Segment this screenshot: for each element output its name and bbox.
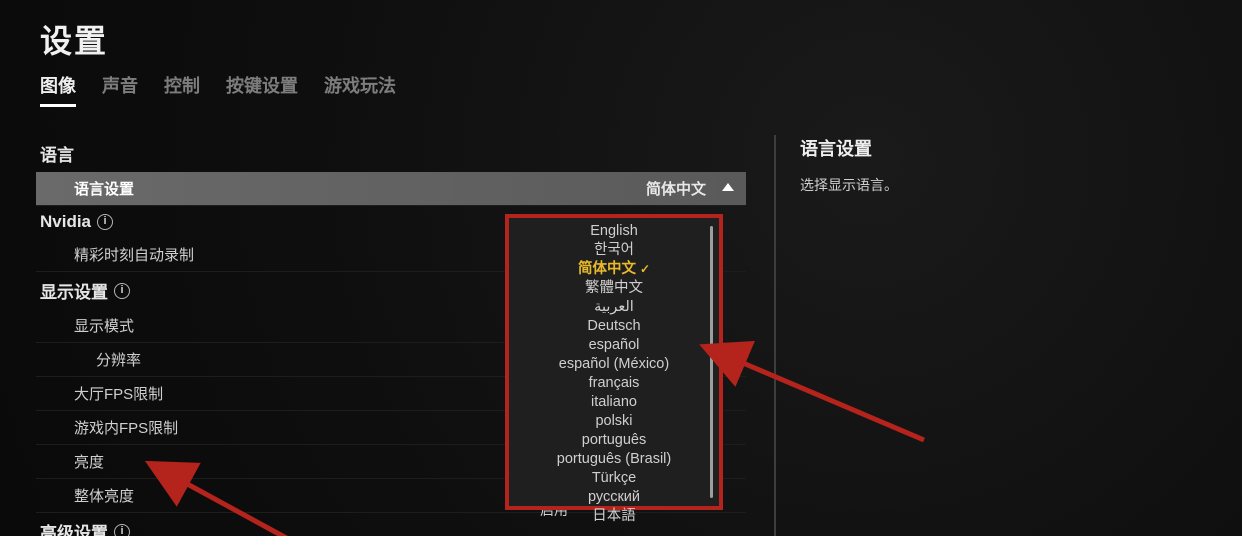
check-icon: ✓ <box>640 262 650 276</box>
language-option[interactable]: français <box>509 374 719 393</box>
row-label: 亮度 <box>74 451 104 472</box>
language-option[interactable]: русский <box>509 488 719 507</box>
page-title: 设置 <box>40 16 1206 62</box>
language-option[interactable]: 繁體中文 <box>509 279 719 298</box>
language-option[interactable]: Deutsch <box>509 317 719 336</box>
info-icon[interactable]: i <box>114 524 130 536</box>
language-option[interactable]: português (Brasil) <box>509 450 719 469</box>
annotation-arrow-right <box>724 340 944 465</box>
row-label: 分辨率 <box>96 349 141 370</box>
language-option[interactable]: Türkçe <box>509 469 719 488</box>
language-option[interactable]: English <box>509 222 719 241</box>
help-title: 语言设置 <box>800 135 1150 161</box>
tab-3[interactable]: 按键设置 <box>226 72 298 107</box>
row-label: 整体亮度 <box>74 485 134 506</box>
group-label: 显示设置 <box>40 278 108 303</box>
info-icon[interactable]: i <box>114 283 130 299</box>
group-header-language: 语言 <box>40 141 746 166</box>
tab-4[interactable]: 游戏玩法 <box>324 72 396 107</box>
help-desc: 选择显示语言。 <box>800 175 1150 195</box>
group-label: 高级设置 <box>40 519 108 536</box>
row-value: 简体中文 <box>646 178 706 199</box>
chevron-up-icon <box>722 183 734 191</box>
language-option[interactable]: italiano <box>509 393 719 412</box>
tab-2[interactable]: 控制 <box>164 72 200 107</box>
group-label: Nvidia <box>40 212 91 232</box>
language-option[interactable]: 简体中文✓ <box>509 260 719 279</box>
row-label: 精彩时刻自动录制 <box>74 244 194 265</box>
language-option[interactable]: polski <box>509 412 719 431</box>
row-label: 大厅FPS限制 <box>74 383 163 404</box>
row-label: 显示模式 <box>74 315 134 336</box>
annotation-arrow-left <box>160 470 310 536</box>
row-language-setting[interactable]: 语言设置 简体中文 <box>36 172 746 206</box>
settings-tabs: 图像声音控制按键设置游戏玩法 <box>40 72 1206 107</box>
help-panel: 语言设置 选择显示语言。 <box>774 135 1150 536</box>
scrollbar[interactable] <box>710 226 713 498</box>
language-option[interactable]: português <box>509 431 719 450</box>
language-option[interactable]: español <box>509 336 719 355</box>
info-icon[interactable]: i <box>97 214 113 230</box>
language-option[interactable]: 한국어 <box>509 241 719 260</box>
row-label: 语言设置 <box>74 178 134 199</box>
language-dropdown[interactable]: English한국어简体中文✓繁體中文العربيةDeutschespañol… <box>505 214 723 510</box>
group-label: 语言 <box>40 141 74 166</box>
language-option[interactable]: العربية <box>509 298 719 317</box>
language-option[interactable]: español (México) <box>509 355 719 374</box>
language-option[interactable]: 日本語 <box>509 507 719 526</box>
tab-1[interactable]: 声音 <box>102 72 138 107</box>
row-label: 游戏内FPS限制 <box>74 417 178 438</box>
tab-0[interactable]: 图像 <box>40 72 76 107</box>
